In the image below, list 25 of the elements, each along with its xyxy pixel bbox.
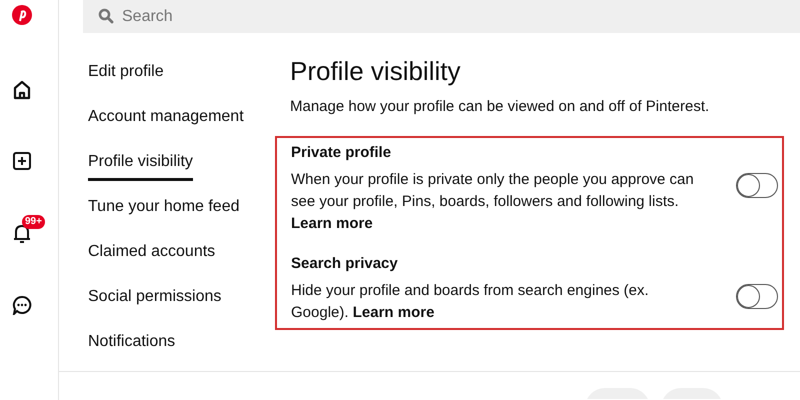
settings-nav-item[interactable]: Tune your home feed <box>88 194 240 219</box>
settings-nav-item[interactable]: Profile visibility <box>88 149 193 181</box>
settings-nav-item[interactable]: Social permissions <box>88 284 222 309</box>
add-icon[interactable] <box>12 151 32 171</box>
page-subtitle: Manage how your profile can be viewed on and off of Pinterest. <box>290 97 710 117</box>
chat-icon[interactable] <box>12 295 32 315</box>
setting-description: Hide your profile and boards from search engines (ex. Google). Learn more <box>291 280 650 322</box>
setting-title: Private profile <box>291 142 392 162</box>
search-field[interactable]: Search <box>83 0 800 33</box>
setting-title: Search privacy <box>291 254 399 274</box>
page-title: Profile visibility <box>290 55 462 87</box>
home-icon[interactable] <box>12 80 32 100</box>
pin-logo-icon[interactable] <box>12 5 32 25</box>
search-icon <box>98 8 114 24</box>
learn-more-link[interactable]: Learn more <box>291 214 373 232</box>
settings-nav-item[interactable]: Edit profile <box>88 59 164 84</box>
settings-nav-item[interactable]: Claimed accounts <box>88 239 216 264</box>
settings-nav-item[interactable]: Notifications <box>88 329 176 354</box>
setting-description: When your profile is private only the people you approve can see your profile, Pins, boards, followers and following lists. Learn more <box>291 170 695 234</box>
learn-more-link[interactable]: Learn more <box>352 304 434 320</box>
toggle-switch[interactable] <box>736 284 778 308</box>
notification-badge: 99+ <box>22 215 45 229</box>
toggle-switch[interactable] <box>736 172 778 198</box>
settings-nav-item[interactable]: Account management <box>88 104 244 129</box>
bell-icon[interactable] <box>12 223 32 245</box>
